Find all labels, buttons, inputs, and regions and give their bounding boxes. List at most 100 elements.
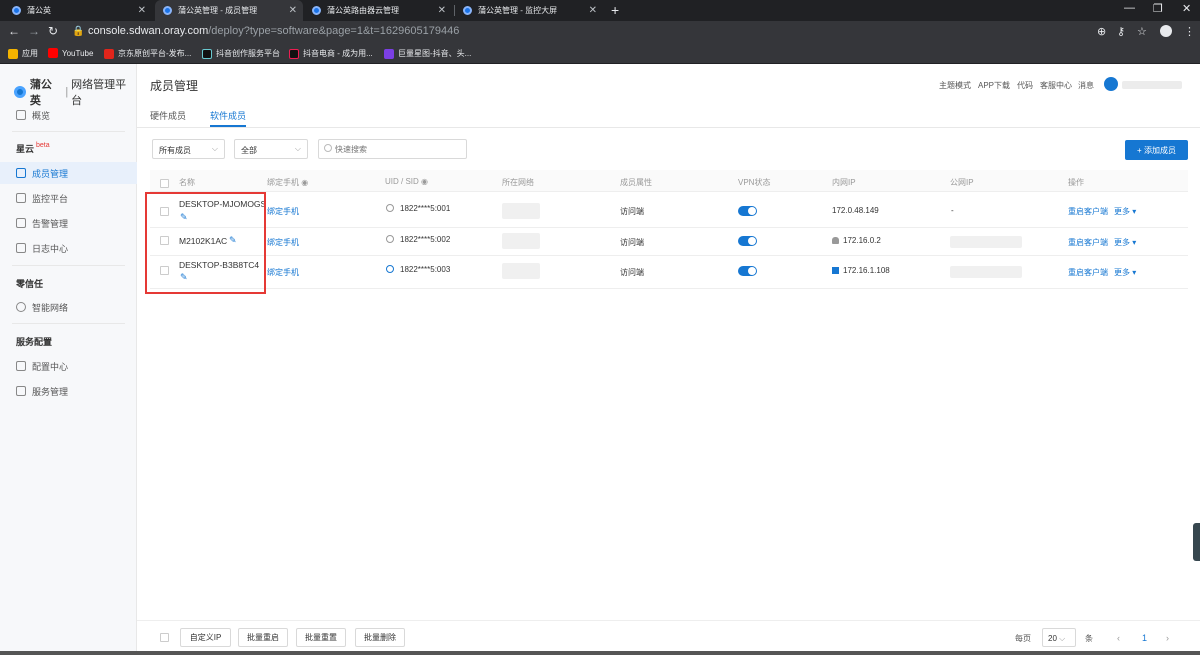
sidebar-item-logs[interactable]: 日志中心 — [0, 237, 137, 259]
douyin-icon — [289, 48, 299, 59]
bind-phone-link[interactable]: 绑定手机 — [267, 237, 299, 248]
restart-client-link[interactable]: 重启客户端 — [1068, 237, 1108, 248]
batch-reset-button[interactable]: 批量重置 — [296, 628, 346, 647]
code-link[interactable]: 代码 — [1017, 80, 1033, 91]
select-all-checkbox[interactable] — [160, 179, 169, 188]
caret-down-icon: ▾ — [1132, 238, 1137, 247]
menu-icon[interactable]: ⋮ — [1184, 25, 1195, 38]
messages-link[interactable]: 消息 — [1078, 80, 1094, 91]
restart-client-link[interactable]: 重启客户端 — [1068, 206, 1108, 217]
key-icon[interactable]: ⚷ — [1117, 25, 1125, 38]
more-dropdown[interactable]: 更多 ▾ — [1114, 206, 1136, 217]
forward-icon[interactable]: → — [28, 24, 40, 38]
browser-tab[interactable]: 蒲公英 ✕ — [4, 0, 152, 21]
minimize-icon[interactable]: — — [1124, 2, 1135, 14]
location-icon[interactable]: ⊕ — [1097, 25, 1106, 38]
public-ip: - — [951, 206, 954, 215]
support-link[interactable]: 客服中心 — [1040, 80, 1072, 91]
browser-tab-active[interactable]: 蒲公英管理 - 成员管理 ✕ — [155, 0, 303, 21]
prev-page-icon[interactable]: ‹ — [1117, 633, 1120, 643]
sidebar-item-service-mgmt[interactable]: 服务管理 — [0, 380, 137, 402]
custom-ip-button[interactable]: 自定义IP — [180, 628, 231, 647]
restart-client-link[interactable]: 重启客户端 — [1068, 267, 1108, 278]
profile-icon[interactable] — [1160, 25, 1172, 37]
vpn-toggle[interactable] — [738, 266, 757, 276]
batch-delete-button[interactable]: 批量删除 — [355, 628, 405, 647]
page-number-current[interactable]: 1 — [1142, 633, 1147, 643]
username-redacted — [1122, 81, 1182, 89]
more-dropdown[interactable]: 更多 ▾ — [1114, 237, 1136, 248]
search-box[interactable] — [318, 139, 467, 159]
bookmark-douyin-creator[interactable]: 抖音创作服务平台 — [202, 48, 280, 59]
bookmark-jd[interactable]: 京东原创平台-发布... — [104, 48, 191, 59]
tab-software-members[interactable]: 软件成员 — [210, 109, 246, 122]
more-dropdown[interactable]: 更多 ▾ — [1114, 267, 1136, 278]
reload-icon[interactable]: ↻ — [48, 24, 58, 38]
new-tab-icon[interactable]: + — [611, 2, 619, 18]
star-icon[interactable]: ☆ — [1137, 25, 1147, 38]
table-footer: 自定义IP 批量重启 批量重置 批量删除 每页 20 ⌵ 条 ‹ 1 › — [137, 620, 1200, 655]
public-ip-redacted — [950, 266, 1022, 278]
bell-icon — [16, 218, 26, 228]
next-page-icon[interactable]: › — [1166, 633, 1169, 643]
column-header-name: 名称 — [179, 178, 195, 187]
bind-phone-link[interactable]: 绑定手机 — [267, 206, 299, 217]
user-icon — [386, 235, 394, 243]
uid-sid: 1822****5:001 — [386, 204, 450, 213]
bookmark-apps[interactable]: 应用 — [8, 48, 38, 59]
bookmark-youtube[interactable]: YouTube — [48, 48, 93, 58]
bookmark-douyin-ecom[interactable]: 抖音电商 - 成为用... — [289, 48, 373, 59]
sidebar-item-members[interactable]: 成员管理 — [0, 162, 137, 184]
sidebar-item-config-center[interactable]: 配置中心 — [0, 355, 137, 377]
sidebar-item-smart-network[interactable]: 智能网络 — [0, 296, 137, 318]
divider — [150, 227, 1188, 228]
sidebar-item-overview[interactable]: 概览 — [0, 104, 137, 126]
taskbar-edge — [0, 651, 1200, 655]
network-redacted — [502, 263, 540, 279]
lock-icon[interactable]: 🔒 — [72, 26, 84, 37]
avatar[interactable] — [1104, 77, 1118, 91]
close-tab-icon[interactable]: ✕ — [289, 5, 297, 16]
douyin-icon — [202, 48, 212, 59]
column-header-actions: 操作 — [1068, 178, 1084, 187]
eye-icon[interactable]: ◉ — [301, 178, 308, 187]
restore-icon[interactable]: ❐ — [1153, 2, 1163, 15]
batch-restart-button[interactable]: 批量重启 — [238, 628, 288, 647]
column-header-phone: 绑定手机 ◉ — [267, 178, 309, 187]
divider — [12, 323, 125, 324]
close-tab-icon[interactable]: ✕ — [589, 5, 597, 16]
per-page-select[interactable]: 20 ⌵ — [1042, 628, 1076, 647]
sidebar-item-alerts[interactable]: 告警管理 — [0, 212, 137, 234]
xingtu-icon — [384, 48, 394, 59]
footer-select-all-checkbox[interactable] — [160, 633, 169, 642]
search-icon — [324, 144, 332, 152]
browser-tab[interactable]: 蒲公英管理 - 监控大屏 ✕ — [455, 0, 603, 21]
member-type-select[interactable]: 所有成员 ⌵ — [152, 139, 225, 159]
status-select[interactable]: 全部 ⌵ — [234, 139, 308, 159]
tab-hardware-members[interactable]: 硬件成员 — [150, 109, 186, 122]
close-tab-icon[interactable]: ✕ — [138, 5, 146, 16]
theme-mode-link[interactable]: 主题模式 — [939, 80, 971, 91]
bind-phone-link[interactable]: 绑定手机 — [267, 267, 299, 278]
url-field[interactable]: console.sdwan.oray.com/deploy?type=softw… — [88, 25, 459, 37]
sidebar: 蒲公英 | 网络管理平台 概览 星云 beta 成员管理 监控平台 告警管理 日志… — [0, 64, 137, 655]
close-tab-icon[interactable]: ✕ — [438, 5, 446, 16]
close-window-icon[interactable]: ✕ — [1182, 2, 1191, 15]
site-favicon-icon — [12, 6, 21, 15]
chevron-down-icon: ⌵ — [1059, 634, 1066, 643]
member-attribute: 访问端 — [620, 268, 644, 277]
bookmarks-bar: 应用 YouTube 京东原创平台-发布... 抖音创作服务平台 抖音电商 - … — [0, 43, 1200, 64]
search-input[interactable] — [335, 145, 455, 154]
vpn-toggle[interactable] — [738, 236, 757, 246]
browser-tab[interactable]: 蒲公英路由器云管理 ✕ — [304, 0, 452, 21]
app-download-link[interactable]: APP下载 — [978, 80, 1010, 91]
android-icon — [832, 237, 839, 244]
document-icon — [16, 243, 26, 253]
eye-icon[interactable]: ◉ — [421, 177, 428, 186]
back-icon[interactable]: ← — [8, 24, 20, 38]
add-member-button[interactable]: + 添加成员 — [1125, 140, 1188, 160]
bookmark-xingtu[interactable]: 巨量星图-抖音、头... — [384, 48, 471, 59]
vpn-toggle[interactable] — [738, 206, 757, 216]
floating-side-tab[interactable] — [1193, 523, 1200, 561]
sidebar-item-monitor[interactable]: 监控平台 — [0, 187, 137, 209]
